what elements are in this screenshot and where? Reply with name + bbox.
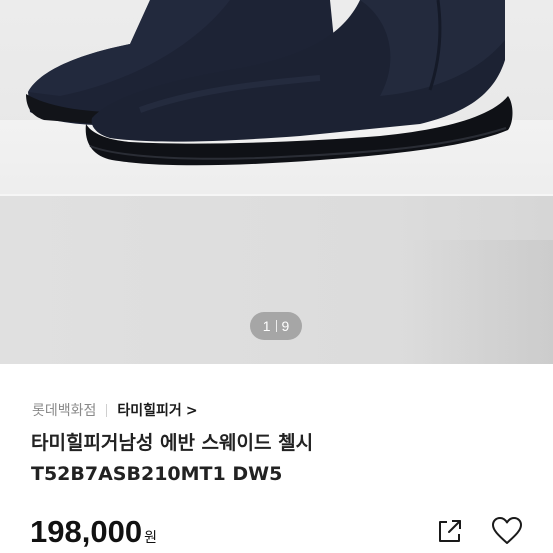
total-image-count: 9	[281, 318, 290, 334]
product-image-boots	[26, 0, 513, 166]
breadcrumb-divider	[106, 403, 108, 417]
current-image-number: 1	[262, 318, 271, 334]
like-button[interactable]	[490, 515, 524, 547]
indicator-divider	[275, 320, 277, 332]
store-name[interactable]: 롯데백화점	[32, 400, 96, 420]
brand-link[interactable]: 타미힐피거 >	[117, 400, 197, 420]
heart-outline-icon	[492, 517, 522, 544]
chevron-right-icon: >	[185, 403, 198, 419]
product-title-line2: T52B7ASB210MT1 DW5	[31, 463, 283, 485]
breadcrumb: 롯데백화점 타미힐피거 >	[32, 400, 198, 420]
share-button[interactable]	[434, 515, 466, 547]
product-title: 타미힐피거남성 에반 스웨이드 첼시 T52B7ASB210MT1 DW5	[31, 428, 531, 490]
brand-name: 타미힐피거	[117, 403, 182, 419]
product-image-gallery[interactable]: 1 9	[0, 0, 553, 364]
product-actions	[0, 515, 553, 549]
image-page-indicator: 1 9	[250, 312, 302, 340]
product-title-line1: 타미힐피거남성 에반 스웨이드 첼시	[31, 432, 314, 454]
share-icon	[439, 520, 461, 542]
product-info-section: 롯데백화점 타미힐피거 > 타미힐피거남성 에반 스웨이드 첼시 T52B7ASB…	[0, 364, 553, 553]
